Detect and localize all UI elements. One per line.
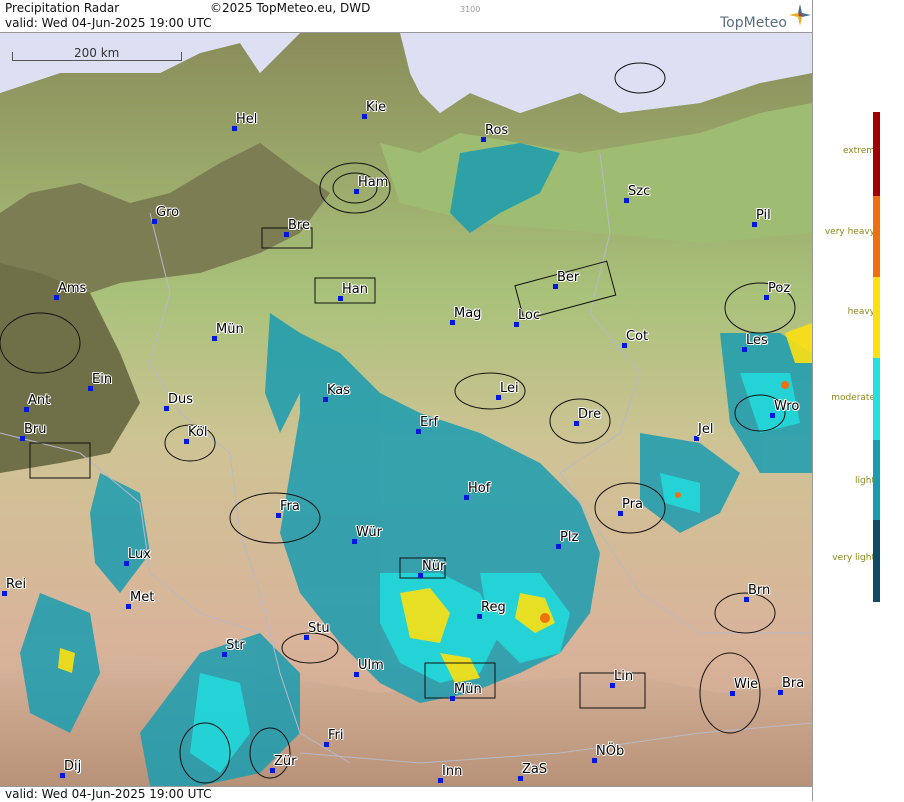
city-label: Inn: [442, 764, 463, 779]
legend-label: very heavy: [824, 227, 875, 237]
legend-swatch: [873, 358, 880, 440]
city-label: Jel: [698, 422, 714, 437]
city-label: Ros: [485, 123, 509, 138]
city-label: Pil: [756, 208, 771, 223]
city-label: Plz: [560, 530, 579, 545]
city-label: Fri: [328, 728, 344, 743]
radar-viewer: Precipitation Radar ©2025 TopMeteo.eu, D…: [0, 0, 904, 802]
city-label: Met: [130, 590, 155, 605]
city-label: Mag: [454, 306, 482, 321]
city-label: Str: [226, 638, 245, 653]
legend-label: light: [855, 476, 875, 486]
brand-logo-text: TopMeteo: [720, 15, 787, 31]
city-label: Wie: [734, 677, 759, 692]
city-label: Nür: [422, 559, 446, 574]
city-label: Pra: [622, 497, 643, 512]
city-label: Rei: [6, 577, 27, 592]
legend-swatch: [873, 112, 880, 196]
city-label: Ulm: [358, 658, 384, 673]
city-label: Zür: [274, 754, 297, 769]
header-bar: Precipitation Radar ©2025 TopMeteo.eu, D…: [0, 0, 812, 33]
city-label: Fra: [280, 499, 300, 514]
scale-tick-left: [12, 52, 13, 61]
city-label: Szc: [628, 184, 651, 199]
compass-logo-icon: [789, 4, 811, 26]
scale-label: 200 km: [74, 46, 120, 60]
legend-panel: extrem very heavy heavy moderate light v…: [812, 0, 904, 801]
legend-color-bar: [873, 112, 880, 602]
city-label: Kas: [327, 383, 351, 398]
legend-label: moderate: [831, 393, 875, 403]
city-label: Lin: [614, 669, 634, 684]
city-label: Bru: [24, 422, 47, 437]
radar-map[interactable]: 200 km Kie Hel Ros Ham Szc Gro Bre Pil Ams Ber Han…: [0, 33, 812, 786]
city-label: Köl: [188, 425, 208, 440]
legend-swatch: [873, 277, 880, 358]
city-label: Wro: [774, 399, 800, 414]
city-label: Poz: [768, 281, 791, 296]
product-code: 3100: [460, 5, 481, 14]
city-label: Ams: [58, 281, 87, 296]
map-title: Precipitation Radar: [5, 1, 120, 15]
city-label: NÖb: [596, 744, 625, 759]
valid-time: valid: Wed 04-Jun-2025 19:00 UTC: [5, 16, 212, 30]
scale-tick-right: [181, 52, 182, 61]
city-label: ZaS: [522, 762, 548, 777]
city-label: Ham: [358, 175, 389, 190]
city-label: Les: [746, 333, 768, 348]
map-canvas: [0, 33, 812, 786]
city-label: Brn: [748, 583, 771, 598]
city-label: Hof: [468, 481, 491, 496]
city-label: Ein: [92, 372, 113, 387]
legend-label: extrem: [842, 146, 875, 156]
city-label: Mün: [454, 682, 482, 697]
city-label: Ant: [28, 393, 51, 408]
city-label: Gro: [156, 205, 180, 220]
city-label: Ber: [557, 270, 580, 285]
scale-bar: 200 km: [12, 46, 182, 62]
copyright-text: ©2025 TopMeteo.eu, DWD: [210, 1, 371, 15]
city-label: Bra: [782, 676, 805, 691]
city-label: Dus: [168, 392, 194, 407]
city-label: Mün: [216, 322, 244, 337]
city-label: Reg: [481, 600, 506, 615]
city-label: Hel: [236, 112, 258, 127]
city-label: Han: [342, 282, 368, 297]
legend-label: very light: [832, 553, 875, 563]
valid-time-footer: valid: Wed 04-Jun-2025 19:00 UTC: [5, 787, 212, 801]
city-label: Kie: [366, 100, 387, 115]
legend-swatch: [873, 520, 880, 602]
city-label: Stu: [308, 621, 330, 636]
city-label: Cot: [626, 329, 649, 344]
city-label: Erf: [420, 415, 439, 430]
legend-label: heavy: [847, 307, 875, 317]
scale-line: [12, 60, 182, 61]
legend-swatch: [873, 440, 880, 520]
legend-swatch: [873, 196, 880, 277]
city-label: Dij: [64, 759, 82, 774]
city-label: Bre: [288, 218, 310, 233]
city-label: Wür: [356, 525, 382, 540]
city-label: Lei: [500, 381, 519, 396]
city-label: Dre: [578, 407, 602, 422]
footer-bar: valid: Wed 04-Jun-2025 19:00 UTC: [0, 786, 812, 802]
city-label: Loc: [518, 308, 541, 323]
city-label: Lux: [128, 547, 151, 562]
